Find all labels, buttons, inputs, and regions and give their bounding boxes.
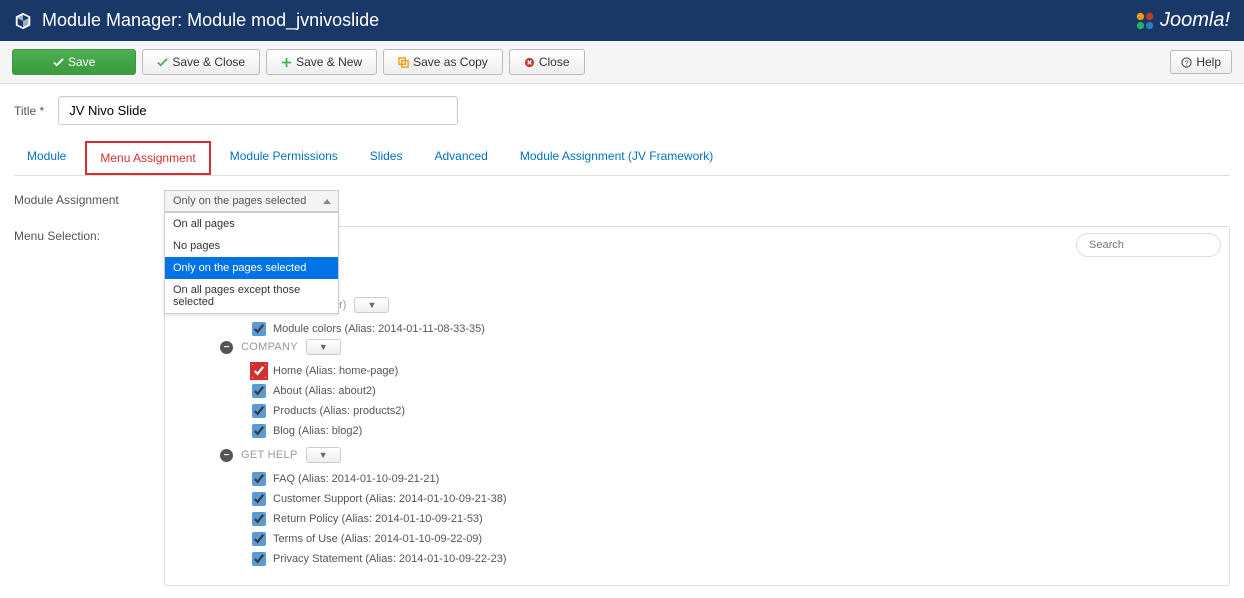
group-name-gethelp: GET HELP xyxy=(241,449,298,461)
caret-button[interactable]: ▼ xyxy=(354,297,389,313)
app-header: Module Manager: Module mod_jvnivoslide J… xyxy=(0,0,1244,41)
copy-icon xyxy=(398,57,409,68)
module-assignment-label: Module Assignment xyxy=(14,190,164,207)
menu-selection-label: Menu Selection: xyxy=(14,226,164,243)
svg-text:?: ? xyxy=(1185,58,1189,67)
tabs: Module Menu Assignment Module Permission… xyxy=(14,141,1230,176)
module-assignment-dropdown: On all pages No pages Only on the pages … xyxy=(164,212,339,314)
toolbar: Save Save & Close Save & New Save as Cop… xyxy=(0,41,1244,84)
help-button[interactable]: ? Help xyxy=(1170,50,1232,74)
collapse-icon[interactable]: − xyxy=(220,341,233,354)
collapse-icon[interactable]: − xyxy=(220,449,233,462)
joomla-icon xyxy=(1134,10,1156,32)
menu-tree: Color (Alias: color) ▼ Module colors (Al… xyxy=(220,297,1219,569)
tab-slides[interactable]: Slides xyxy=(357,141,416,175)
tab-module-permissions[interactable]: Module Permissions xyxy=(217,141,351,175)
item-checkbox-support[interactable] xyxy=(252,492,266,506)
caret-button[interactable]: ▼ xyxy=(306,447,341,463)
save-new-button[interactable]: Save & New xyxy=(266,49,377,75)
save-copy-button[interactable]: Save as Copy xyxy=(383,49,503,75)
item-checkbox-blog[interactable] xyxy=(252,424,266,438)
group-name-company: COMPANY xyxy=(241,341,298,353)
item-label: About (Alias: about2) xyxy=(273,385,376,397)
item-checkbox-home[interactable] xyxy=(252,364,266,378)
dropdown-option-except[interactable]: On all pages except those selected xyxy=(165,279,338,313)
page-title: Module Manager: Module mod_jvnivoslide xyxy=(42,10,379,31)
item-label: Customer Support (Alias: 2014-01-10-09-2… xyxy=(273,493,507,505)
title-input[interactable] xyxy=(58,96,458,125)
tab-module[interactable]: Module xyxy=(14,141,79,175)
tab-module-assignment-jv[interactable]: Module Assignment (JV Framework) xyxy=(507,141,726,175)
close-icon xyxy=(524,57,535,68)
cube-icon xyxy=(14,12,32,30)
item-checkbox-about[interactable] xyxy=(252,384,266,398)
save-button[interactable]: Save xyxy=(12,49,136,75)
item-label: Blog (Alias: blog2) xyxy=(273,425,362,437)
check-icon xyxy=(157,57,168,68)
plus-icon xyxy=(281,57,292,68)
tab-advanced[interactable]: Advanced xyxy=(421,141,500,175)
item-label: Terms of Use (Alias: 2014-01-10-09-22-09… xyxy=(273,533,482,545)
item-checkbox-privacy[interactable] xyxy=(252,552,266,566)
item-label: Return Policy (Alias: 2014-01-10-09-21-5… xyxy=(273,513,483,525)
item-label: Home (Alias: home-page) xyxy=(273,365,398,377)
help-icon: ? xyxy=(1181,57,1192,68)
item-label: Module colors (Alias: 2014-01-11-08-33-3… xyxy=(273,323,485,335)
dropdown-option-all[interactable]: On all pages xyxy=(165,213,338,235)
title-label: Title * xyxy=(14,104,44,118)
item-checkbox-module-colors[interactable] xyxy=(252,322,266,336)
item-label: FAQ (Alias: 2014-01-10-09-21-21) xyxy=(273,473,439,485)
save-close-button[interactable]: Save & Close xyxy=(142,49,260,75)
tab-menu-assignment[interactable]: Menu Assignment xyxy=(85,141,210,175)
caret-button[interactable]: ▼ xyxy=(306,339,341,355)
apply-icon xyxy=(53,57,64,68)
item-checkbox-faq[interactable] xyxy=(252,472,266,486)
item-checkbox-return[interactable] xyxy=(252,512,266,526)
search-input[interactable] xyxy=(1076,233,1221,257)
joomla-logo: Joomla! xyxy=(1134,9,1230,32)
dropdown-option-none[interactable]: No pages xyxy=(165,235,338,257)
item-checkbox-products[interactable] xyxy=(252,404,266,418)
item-checkbox-terms[interactable] xyxy=(252,532,266,546)
item-label: Privacy Statement (Alias: 2014-01-10-09-… xyxy=(273,553,507,565)
dropdown-option-selected[interactable]: Only on the pages selected xyxy=(165,257,338,279)
item-label: Products (Alias: products2) xyxy=(273,405,405,417)
close-button[interactable]: Close xyxy=(509,49,585,75)
module-assignment-select[interactable]: Only on the pages selected xyxy=(164,190,339,212)
